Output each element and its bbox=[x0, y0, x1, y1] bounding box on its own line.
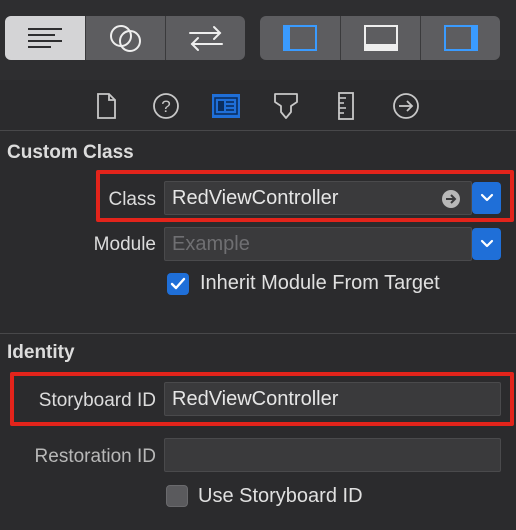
class-field[interactable]: RedViewController bbox=[164, 181, 472, 215]
right-panel-icon bbox=[443, 25, 478, 51]
tab-quick-help[interactable]: ? bbox=[150, 90, 182, 122]
module-label: Module bbox=[93, 234, 156, 255]
version-editor-button[interactable] bbox=[165, 16, 245, 60]
file-icon bbox=[97, 93, 116, 119]
lines-icon bbox=[28, 28, 62, 48]
divider bbox=[0, 130, 516, 131]
module-field[interactable]: Example bbox=[164, 227, 472, 261]
navigator-segmented-control bbox=[5, 16, 245, 60]
size-icon bbox=[338, 92, 354, 120]
use-storyboard-id-checkbox[interactable] bbox=[166, 485, 188, 507]
module-dropdown-button[interactable] bbox=[472, 228, 501, 260]
svg-text:?: ? bbox=[161, 97, 170, 116]
storyboard-id-field[interactable]: RedViewController bbox=[164, 382, 501, 416]
connections-icon bbox=[393, 93, 419, 119]
help-icon: ? bbox=[153, 93, 179, 119]
inherit-module-checkbox[interactable] bbox=[167, 273, 189, 295]
checkmark-icon bbox=[170, 277, 186, 290]
tab-file-inspector[interactable] bbox=[90, 90, 122, 122]
restoration-id-field[interactable] bbox=[164, 438, 501, 472]
tab-identity-inspector[interactable] bbox=[210, 90, 242, 122]
tab-connections-inspector[interactable] bbox=[390, 90, 422, 122]
use-storyboard-id-label: Use Storyboard ID bbox=[198, 485, 363, 507]
assistant-editor-button[interactable] bbox=[85, 16, 165, 60]
attributes-icon bbox=[274, 93, 298, 119]
custom-class-title: Custom Class bbox=[7, 142, 134, 163]
storyboard-id-value: RedViewController bbox=[172, 388, 339, 410]
toggle-navigator-button[interactable] bbox=[260, 16, 340, 60]
chevron-down-icon bbox=[480, 193, 493, 202]
class-value: RedViewController bbox=[172, 187, 339, 209]
class-dropdown-button[interactable] bbox=[472, 182, 501, 214]
toggle-debug-area-button[interactable] bbox=[340, 16, 420, 60]
arrows-icon bbox=[188, 26, 223, 51]
toggle-inspector-button[interactable] bbox=[420, 16, 500, 60]
left-panel-icon bbox=[283, 25, 317, 51]
divider bbox=[0, 333, 516, 334]
class-label: Class bbox=[108, 189, 156, 210]
chevron-down-icon bbox=[480, 239, 493, 248]
restoration-id-label: Restoration ID bbox=[34, 446, 156, 467]
identity-icon bbox=[212, 94, 240, 118]
circles-icon bbox=[109, 25, 141, 52]
panel-segmented-control bbox=[260, 16, 500, 60]
module-placeholder: Example bbox=[172, 233, 250, 255]
toolbar bbox=[0, 0, 516, 80]
tab-size-inspector[interactable] bbox=[330, 90, 362, 122]
inspector-tabs: ? bbox=[0, 86, 516, 126]
standard-editor-button[interactable] bbox=[5, 16, 85, 60]
inherit-module-label: Inherit Module From Target bbox=[200, 272, 440, 294]
identity-title: Identity bbox=[7, 342, 75, 363]
go-to-class-icon[interactable] bbox=[441, 189, 461, 209]
tab-attributes-inspector[interactable] bbox=[270, 90, 302, 122]
storyboard-id-label: Storyboard ID bbox=[38, 390, 156, 411]
bottom-panel-icon bbox=[363, 25, 398, 51]
